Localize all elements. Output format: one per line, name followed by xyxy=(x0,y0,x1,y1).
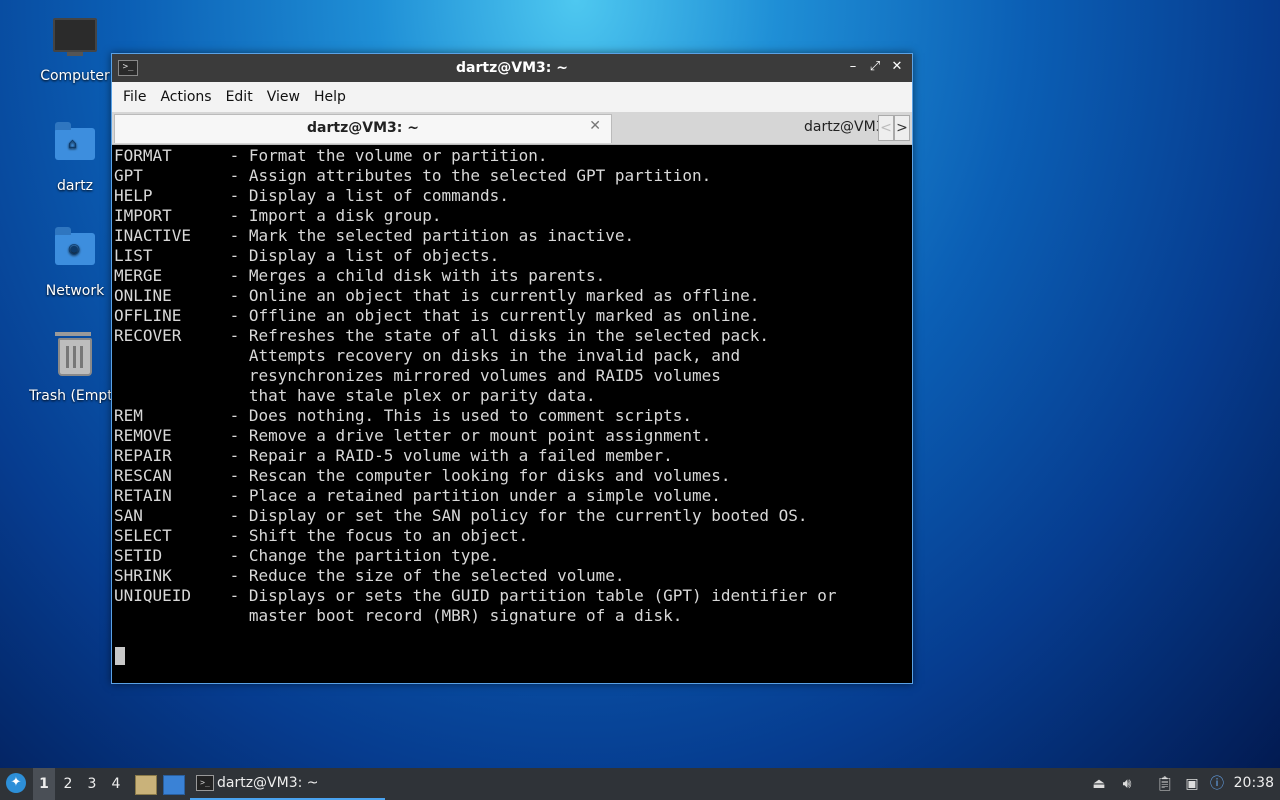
trash-icon xyxy=(53,332,97,382)
terminal-line: OFFLINE - Offline an object that is curr… xyxy=(114,306,760,325)
menu-edit[interactable]: Edit xyxy=(219,89,260,105)
desktop-icon-trash[interactable]: Trash (Empty) xyxy=(25,330,125,404)
terminal-line: REPAIR - Repair a RAID-5 volume with a f… xyxy=(114,446,673,465)
terminal-line: SAN - Display or set the SAN policy for … xyxy=(114,506,808,525)
tab-label: dartz@VM3: ~ xyxy=(307,120,419,136)
menubar: File Actions Edit View Help xyxy=(112,82,912,112)
desktop-icon-computer[interactable]: Computer xyxy=(25,18,125,84)
desktop-icon-label: Trash (Empty) xyxy=(29,388,115,404)
terminal-line: MERGE - Merges a child disk with its par… xyxy=(114,266,606,285)
minimize-button[interactable]: – xyxy=(844,58,862,76)
terminal-line: SETID - Change the partition type. xyxy=(114,546,500,565)
notification-icon[interactable]: ⓘ xyxy=(1208,775,1226,793)
file-manager-launcher-icon[interactable] xyxy=(135,775,157,795)
computer-icon xyxy=(53,18,97,62)
desktop-icon-label: Computer xyxy=(40,68,110,84)
tab-inactive[interactable]: dartz@VM3: ~ xyxy=(804,119,884,135)
taskbar-task-terminal[interactable]: >_ dartz@VM3: ~ xyxy=(190,768,385,800)
tab-bar: dartz@VM3: ~ ✕ dartz@VM3: ~ < > xyxy=(112,112,912,145)
tab-active[interactable]: dartz@VM3: ~ ✕ xyxy=(114,114,612,143)
close-button[interactable]: ✕ xyxy=(888,58,906,76)
terminal-line: RETAIN - Place a retained partition unde… xyxy=(114,486,721,505)
terminal-line: REMOVE - Remove a drive letter or mount … xyxy=(114,426,712,445)
clock[interactable]: 20:38 xyxy=(1234,775,1274,791)
terminal-line: FORMAT - Format the volume or partition. xyxy=(114,146,548,165)
home-folder-icon: ⌂ xyxy=(53,122,97,172)
menu-help[interactable]: Help xyxy=(307,89,353,105)
maximize-button[interactable]: ⤢ xyxy=(866,58,884,76)
terminal-line: master boot record (MBR) signature of a … xyxy=(114,606,683,625)
desktop-icon-label: dartz xyxy=(56,178,94,194)
show-desktop-icon[interactable] xyxy=(163,775,185,795)
tray-expand-icon[interactable]: ⏏ xyxy=(1090,775,1108,793)
terminal-line: RECOVER - Refreshes the state of all dis… xyxy=(114,326,770,345)
workspace-4[interactable]: 4 xyxy=(105,768,127,800)
terminal-line: LIST - Display a list of objects. xyxy=(114,246,500,265)
terminal-window[interactable]: >_ dartz@VM3: ~ – ⤢ ✕ File Actions Edit … xyxy=(111,53,913,684)
terminal-line: RESCAN - Rescan the computer looking for… xyxy=(114,466,731,485)
terminal-line: IMPORT - Import a disk group. xyxy=(114,206,442,225)
network-icon[interactable]: ▣ xyxy=(1183,775,1201,793)
terminal-line: HELP - Display a list of commands. xyxy=(114,186,509,205)
taskbar-task-label: dartz@VM3: ~ xyxy=(217,775,319,791)
terminal-line: INACTIVE - Mark the selected partition a… xyxy=(114,226,635,245)
terminal-line: GPT - Assign attributes to the selected … xyxy=(114,166,712,185)
menu-view[interactable]: View xyxy=(260,89,307,105)
start-menu-button[interactable]: ✦ xyxy=(6,773,26,793)
network-folder-icon: ◉ xyxy=(53,227,97,277)
desktop-icon-network[interactable]: ◉ Network xyxy=(25,227,125,299)
clipboard-icon[interactable]: 📋︎ xyxy=(1156,775,1174,793)
taskbar: ✦ 1 2 3 4 >_ dartz@VM3: ~ ⏏ 🔊︎ 📋︎ ▣ ⓘ 20… xyxy=(0,768,1280,800)
workspace-3[interactable]: 3 xyxy=(81,768,103,800)
menu-actions[interactable]: Actions xyxy=(153,89,218,105)
terminal-output[interactable]: FORMAT - Format the volume or partition.… xyxy=(114,146,912,683)
terminal-line: SHRINK - Reduce the size of the selected… xyxy=(114,566,625,585)
tab-close-button[interactable]: ✕ xyxy=(589,118,601,134)
terminal-line: ONLINE - Online an object that is curren… xyxy=(114,286,760,305)
terminal-line: that have stale plex or parity data. xyxy=(114,386,596,405)
volume-icon[interactable]: 🔊︎ xyxy=(1118,775,1136,793)
terminal-line: resynchronizes mirrored volumes and RAID… xyxy=(114,366,721,385)
window-title: dartz@VM3: ~ xyxy=(456,60,568,76)
desktop-icon-home[interactable]: ⌂ dartz xyxy=(25,122,125,194)
terminal-cursor xyxy=(115,647,125,665)
window-titlebar[interactable]: >_ dartz@VM3: ~ – ⤢ ✕ xyxy=(112,54,912,82)
terminal-line: REM - Does nothing. This is used to comm… xyxy=(114,406,692,425)
terminal-icon: >_ xyxy=(196,775,214,791)
desktop-icon-label: Network xyxy=(45,283,105,299)
menu-file[interactable]: File xyxy=(116,89,153,105)
workspace-2[interactable]: 2 xyxy=(57,768,79,800)
tab-scroll-right-button[interactable]: > xyxy=(894,115,910,141)
terminal-line: SELECT - Shift the focus to an object. xyxy=(114,526,529,545)
tab-scroll-left-button[interactable]: < xyxy=(878,115,894,141)
terminal-line: Attempts recovery on disks in the invali… xyxy=(114,346,741,365)
terminal-line: UNIQUEID - Displays or sets the GUID par… xyxy=(114,586,837,605)
workspace-1[interactable]: 1 xyxy=(33,768,55,800)
